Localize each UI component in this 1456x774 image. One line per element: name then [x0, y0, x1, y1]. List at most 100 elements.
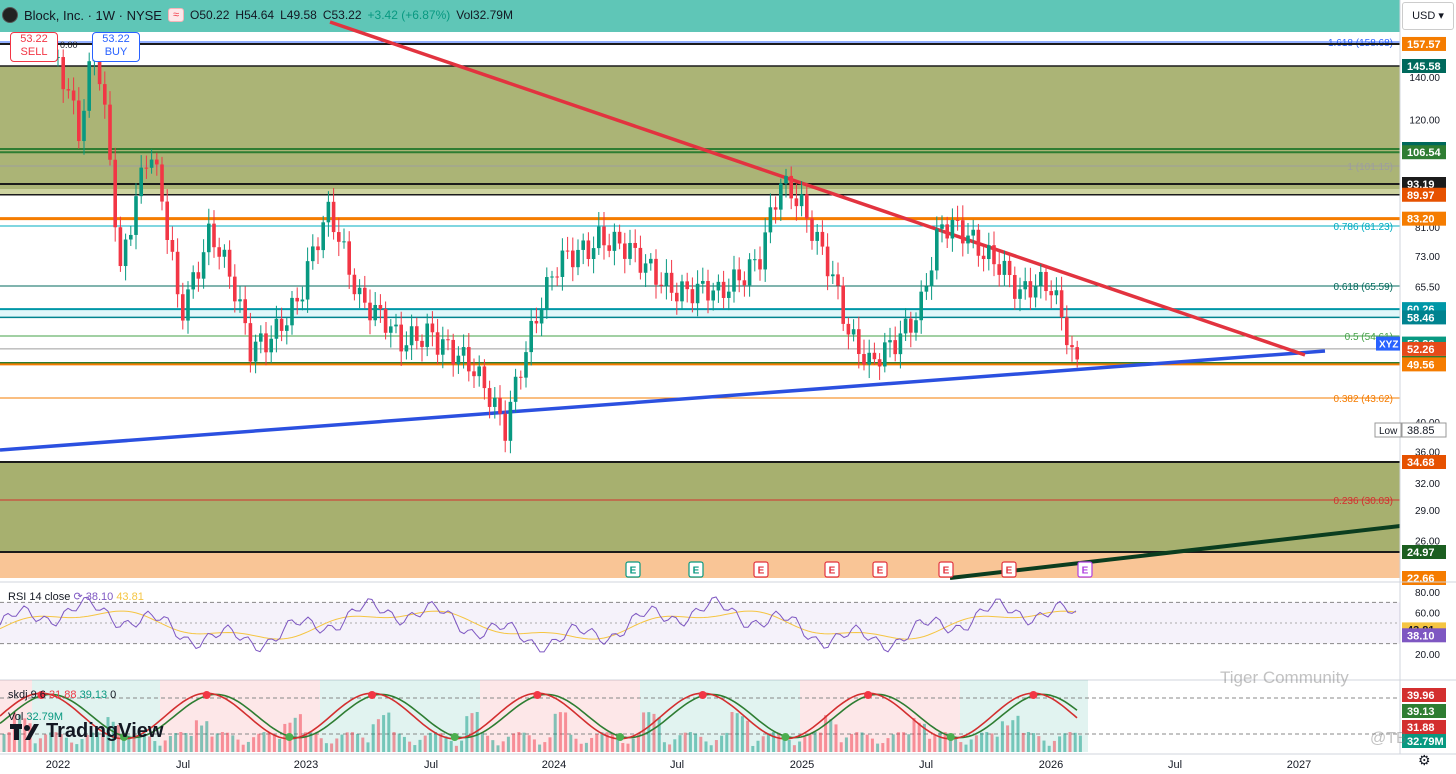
- price-chart[interactable]: 1.618 (158.68)1 (101.15)0.786 (81.23)0.6…: [0, 0, 1456, 774]
- candle-body: [352, 274, 357, 295]
- volume-bar: [746, 720, 750, 752]
- volume-bar: [543, 742, 547, 752]
- candle-body: [217, 247, 221, 257]
- candle-body: [461, 347, 466, 356]
- candle-body: [643, 263, 648, 273]
- candle-body: [877, 359, 882, 367]
- skdj-cross-dot: [946, 733, 955, 741]
- candle-body: [545, 277, 549, 310]
- volume-bar: [527, 735, 531, 752]
- volume-bar: [699, 736, 703, 752]
- buy-button[interactable]: 53.22 BUY: [92, 32, 140, 62]
- volume-bar: [881, 743, 885, 752]
- volume-bar: [179, 732, 183, 752]
- volume-bar: [917, 722, 921, 752]
- volume-bar: [408, 741, 412, 752]
- volume-bar: [345, 732, 349, 752]
- candle-body: [721, 281, 726, 298]
- spread-value: 0.00: [60, 40, 78, 50]
- volume-bar: [558, 712, 562, 752]
- volume-bar: [1078, 735, 1082, 752]
- candle-body: [680, 281, 684, 302]
- candle-body: [477, 366, 481, 377]
- skdj-cross-dot: [698, 691, 707, 699]
- volume-bar: [564, 712, 568, 752]
- volume-bar: [761, 736, 765, 752]
- volume-bar: [1011, 720, 1015, 752]
- volume-bar: [818, 732, 822, 752]
- price-axis-tick: 65.50: [1415, 282, 1440, 293]
- fib-level-label: 1 (101.15): [1347, 162, 1393, 173]
- candle-body: [607, 245, 611, 251]
- candle-body: [747, 259, 752, 286]
- sell-label: SELL: [20, 46, 48, 58]
- volume-bar: [590, 737, 594, 752]
- sell-price: 53.22: [20, 33, 48, 45]
- candle-body: [945, 224, 949, 239]
- candle-body: [347, 241, 351, 275]
- volume-bar: [491, 740, 495, 752]
- skdj-cross-dot: [450, 733, 459, 741]
- candle-body: [742, 280, 747, 286]
- price-axis-tick: 73.00: [1415, 252, 1440, 263]
- candle-body: [628, 242, 632, 259]
- candle-body: [862, 354, 866, 365]
- skdj-badge-label: 39.96: [1407, 690, 1435, 702]
- candle-body: [571, 250, 575, 268]
- volume-bar: [382, 715, 386, 752]
- candle-body: [243, 299, 247, 324]
- candle-body: [664, 272, 669, 286]
- volume-bar: [1052, 740, 1056, 752]
- skdj-cross-dot: [864, 691, 873, 699]
- candle-body: [1044, 271, 1048, 292]
- candle-body: [87, 61, 91, 111]
- candle-body: [971, 229, 975, 236]
- volume-bar: [553, 713, 557, 752]
- tradingview-logo[interactable]: TradingView: [10, 720, 163, 743]
- candle-body: [118, 227, 123, 267]
- candle-body: [825, 246, 830, 277]
- candle-body: [61, 57, 65, 90]
- skdj-title: skdj 9 6: [8, 689, 46, 701]
- volume-bar: [496, 745, 500, 752]
- volume-bar: [241, 744, 245, 752]
- candle-body: [690, 289, 695, 304]
- volume-bar: [855, 732, 859, 752]
- volume-bar: [314, 734, 318, 752]
- support-zone-lower: [0, 462, 1400, 552]
- candle-body: [238, 299, 242, 302]
- skdj-legend[interactable]: skdj 9 6 31.88 39.13 0: [8, 689, 116, 701]
- price-axis-tick: 32.00: [1415, 479, 1440, 490]
- rsi-ma-value: 43.81: [116, 591, 144, 603]
- close-value: C53.22: [322, 8, 362, 22]
- time-axis: [0, 754, 1456, 774]
- volume-bar: [902, 732, 906, 752]
- volume-bar: [985, 732, 989, 752]
- symbol-title[interactable]: Block, Inc. · 1W · NYSE: [24, 8, 162, 23]
- candle-body: [633, 242, 637, 248]
- candle-body: [867, 352, 871, 365]
- volume-bar: [1073, 732, 1077, 752]
- rsi-title: RSI 14 close: [8, 591, 71, 603]
- volume-bar: [688, 732, 692, 752]
- skdj-cross-dot: [368, 691, 377, 699]
- volume-bar: [907, 734, 911, 752]
- sell-button[interactable]: 53.22 SELL: [10, 32, 58, 62]
- volume-bar: [210, 736, 214, 752]
- volume-bar: [205, 721, 209, 752]
- candle-body: [1002, 260, 1007, 275]
- candle-body: [82, 110, 86, 142]
- currency-label: USD: [1412, 10, 1436, 22]
- candle-body: [113, 159, 117, 228]
- fib-level-label: 0.236 (30.03): [1334, 496, 1394, 507]
- gear-icon[interactable]: ⚙: [1418, 752, 1431, 769]
- buy-label: BUY: [104, 46, 128, 58]
- volume-bar: [361, 737, 365, 752]
- volume-bar: [319, 738, 323, 752]
- tradingview-mark-icon: [10, 723, 39, 740]
- rsi-legend[interactable]: RSI 14 close ⟳ 38.10 43.81: [8, 590, 144, 603]
- compare-icon[interactable]: ≈: [167, 8, 185, 22]
- currency-selector[interactable]: USD ▾: [1402, 2, 1454, 30]
- settings-cycle-icon[interactable]: ⟳: [73, 591, 82, 603]
- volume-bar: [33, 743, 37, 752]
